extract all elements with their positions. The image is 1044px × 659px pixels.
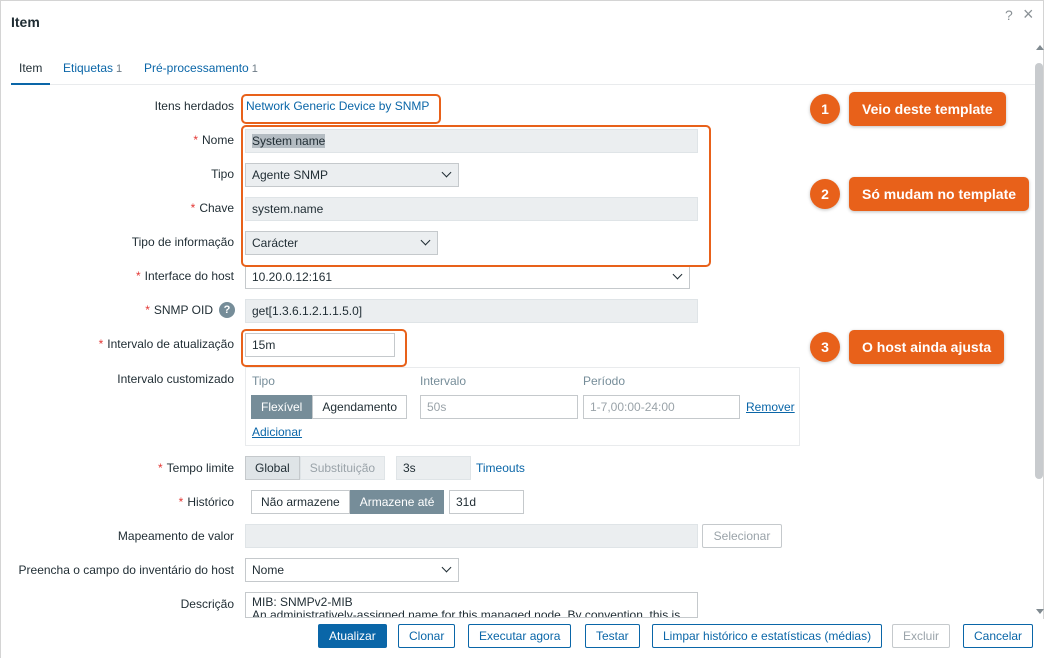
help-icon[interactable]: ? <box>1005 7 1013 23</box>
custom-col-type: Tipo <box>252 374 275 388</box>
global-option[interactable]: Global <box>245 456 300 480</box>
override-option[interactable]: Substituição <box>299 456 386 480</box>
inherited-label: Itens herdados <box>154 99 234 113</box>
callout-3-text: O host ainda ajusta <box>849 330 1005 364</box>
scroll-down-arrow-icon[interactable] <box>1036 609 1044 614</box>
test-button[interactable]: Testar <box>585 624 640 648</box>
item-dialog: Item ? × Item Etiquetas 1 Pré-processamen… <box>0 0 1044 659</box>
description-textarea[interactable]: MIB: SNMPv2-MIB An administratively-assi… <box>245 592 698 618</box>
chevron-down-icon <box>672 269 683 280</box>
history-input[interactable]: 31d <box>449 490 524 514</box>
cancel-button[interactable]: Cancelar <box>963 624 1034 648</box>
value-map-label: Mapeamento de valor <box>117 529 234 543</box>
key-label: * Chave <box>190 201 234 215</box>
highlight-update-interval <box>241 329 407 367</box>
inventory-select[interactable]: Nome <box>245 558 459 582</box>
custom-col-period: Período <box>583 374 626 388</box>
info-type-label: Tipo de informação <box>131 235 234 249</box>
host-interface-label: * Interface do host <box>135 269 234 283</box>
update-interval-label: * Intervalo de atualização <box>98 337 234 351</box>
no-store-option[interactable]: Não armazene <box>251 490 350 514</box>
custom-type-toggle: Flexível Agendamento <box>251 395 408 419</box>
callout-1-badge: 1 <box>810 94 840 124</box>
history-label: * Histórico <box>178 495 234 509</box>
type-label: Tipo <box>211 167 234 181</box>
snmp-oid-field[interactable]: get[1.3.6.1.2.1.1.5.0] <box>245 299 698 323</box>
name-label: * Nome <box>193 133 234 147</box>
timeout-label: * Tempo limite <box>157 461 234 475</box>
tab-bar: Item Etiquetas 1 Pré-processamento 1 <box>11 53 1035 85</box>
tab-preprocessing[interactable]: Pré-processamento 1 <box>144 61 258 83</box>
callout-1-text: Veio deste template <box>849 92 1006 126</box>
custom-period-input[interactable]: 1-7,00:00-24:00 <box>583 395 740 419</box>
scrollbar-thumb[interactable] <box>1035 63 1043 479</box>
close-icon[interactable]: × <box>1023 4 1034 25</box>
description-label: Descrição <box>180 597 234 611</box>
callout-2-badge: 2 <box>810 179 840 209</box>
store-option[interactable]: Armazene até <box>349 490 445 514</box>
timeout-toggle: Global Substituição <box>245 456 386 480</box>
highlight-inherited <box>241 94 441 124</box>
custom-interval-input[interactable]: 50s <box>420 395 578 419</box>
inventory-label: Preencha o campo do inventário do host <box>18 563 234 577</box>
add-link[interactable]: Adicionar <box>252 425 302 439</box>
dialog-title: Item <box>11 14 40 30</box>
delete-button[interactable]: Excluir <box>892 624 951 648</box>
question-icon[interactable]: ? <box>219 302 235 318</box>
clear-history-button[interactable]: Limpar histórico e estatísticas (médias) <box>652 624 883 648</box>
tab-tags[interactable]: Etiquetas 1 <box>63 61 122 83</box>
highlight-template-fields <box>241 125 711 267</box>
execute-now-button[interactable]: Executar agora <box>468 624 572 648</box>
value-map-field[interactable] <box>245 524 698 548</box>
host-interface-select[interactable]: 10.20.0.12:161 <box>245 265 690 289</box>
custom-col-interval: Intervalo <box>420 374 467 388</box>
update-button[interactable]: Atualizar <box>318 624 387 648</box>
scroll-up-arrow-icon[interactable] <box>1036 45 1044 50</box>
select-button[interactable]: Selecionar <box>702 524 782 548</box>
flexible-option[interactable]: Flexível <box>251 395 313 419</box>
remove-link[interactable]: Remover <box>746 400 795 414</box>
custom-interval-label: Intervalo customizado <box>117 372 234 386</box>
timeout-input[interactable]: 3s <box>396 456 471 480</box>
tab-item[interactable]: Item <box>11 61 51 85</box>
callout-2-text: Só mudam no template <box>849 177 1030 211</box>
clone-button[interactable]: Clonar <box>398 624 456 648</box>
snmp-oid-label: * SNMP OID <box>145 303 213 317</box>
timeouts-link[interactable]: Timeouts <box>476 461 525 475</box>
scheduling-option[interactable]: Agendamento <box>312 395 408 419</box>
chevron-down-icon <box>441 562 452 573</box>
callout-3-badge: 3 <box>810 332 840 362</box>
history-toggle: Não armazene Armazene até <box>251 490 445 514</box>
